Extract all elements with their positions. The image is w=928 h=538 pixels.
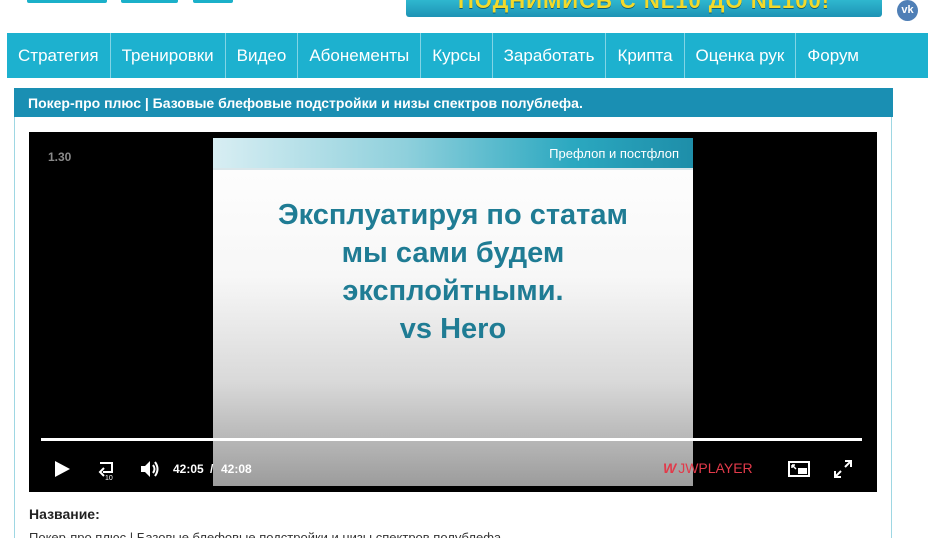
progress-bar[interactable] — [41, 438, 863, 441]
slide-line-2: мы сами будем — [341, 237, 565, 269]
time-current: 42:05 — [173, 462, 204, 476]
nav-item-subscriptions[interactable]: Абонементы — [298, 33, 422, 78]
slide-line-1: Эксплуатируя по статам — [278, 199, 628, 231]
top-link-1[interactable] — [27, 0, 107, 3]
nav-item-hand-review[interactable]: Оценка рук — [685, 33, 797, 78]
nav-item-earn[interactable]: Заработать — [493, 33, 607, 78]
nav-item-crypto[interactable]: Крипта — [606, 33, 685, 78]
page-title: Покер-про плюс | Базовые блефовые подстр… — [28, 95, 583, 111]
volume-icon[interactable] — [139, 459, 161, 479]
content-box: Покер-про плюс | Базовые блефовые подстр… — [14, 88, 893, 538]
picture-in-picture-icon[interactable] — [787, 459, 811, 479]
page-title-bar: Покер-про плюс | Базовые блефовые подстр… — [14, 88, 893, 117]
playback-speed: 1.30 — [48, 150, 72, 164]
nav-item-trainings[interactable]: Тренировки — [111, 33, 226, 78]
promo-banner-text: ПОДНИМИСЬ С NL10 ДО NL100! — [457, 0, 831, 13]
jwplayer-logo-mark: W — [663, 460, 677, 476]
time-duration: 42:08 — [221, 462, 252, 476]
video-frame: Префлоп и постфлоп Эксплуатируя по стата… — [213, 138, 693, 486]
video-player[interactable]: 1.30 Префлоп и постфлоп Эксплуатируя по … — [29, 132, 877, 492]
nav-item-forum[interactable]: Форум — [796, 33, 870, 78]
name-value: Покер-про плюс | Базовые блефовые подстр… — [29, 530, 505, 538]
nav-item-strategy[interactable]: Стратегия — [7, 33, 111, 78]
slide-divider — [213, 168, 693, 170]
top-link-2[interactable] — [121, 0, 178, 3]
svg-text:10: 10 — [105, 475, 113, 481]
top-link-3[interactable] — [193, 0, 233, 3]
jwplayer-logo-text: JWPLAYER — [678, 460, 753, 476]
slide-line-4: vs Hero — [399, 313, 507, 345]
vk-icon[interactable]: vk — [897, 0, 918, 21]
name-label: Название: — [29, 506, 100, 522]
slide-header-text: Префлоп и постфлоп — [549, 146, 679, 161]
slide-line-3: эксплойтными. — [342, 275, 564, 307]
slide-text: Эксплуатируя по статам мы сами будем экс… — [213, 196, 693, 348]
top-links — [0, 0, 400, 6]
play-icon[interactable] — [55, 461, 70, 477]
main-nav: Стратегия Тренировки Видео Абонементы Ку… — [7, 33, 928, 78]
fullscreen-icon[interactable] — [833, 459, 853, 479]
nav-item-video[interactable]: Видео — [226, 33, 299, 78]
slide-header: Префлоп и постфлоп — [213, 138, 693, 168]
nav-item-courses[interactable]: Курсы — [421, 33, 493, 78]
time-separator: / — [210, 462, 214, 476]
rewind-10-icon[interactable]: 10 — [95, 457, 119, 482]
promo-banner[interactable]: ПОДНИМИСЬ С NL10 ДО NL100! — [406, 0, 882, 17]
jwplayer-logo[interactable]: W JWPLAYER — [663, 460, 753, 476]
